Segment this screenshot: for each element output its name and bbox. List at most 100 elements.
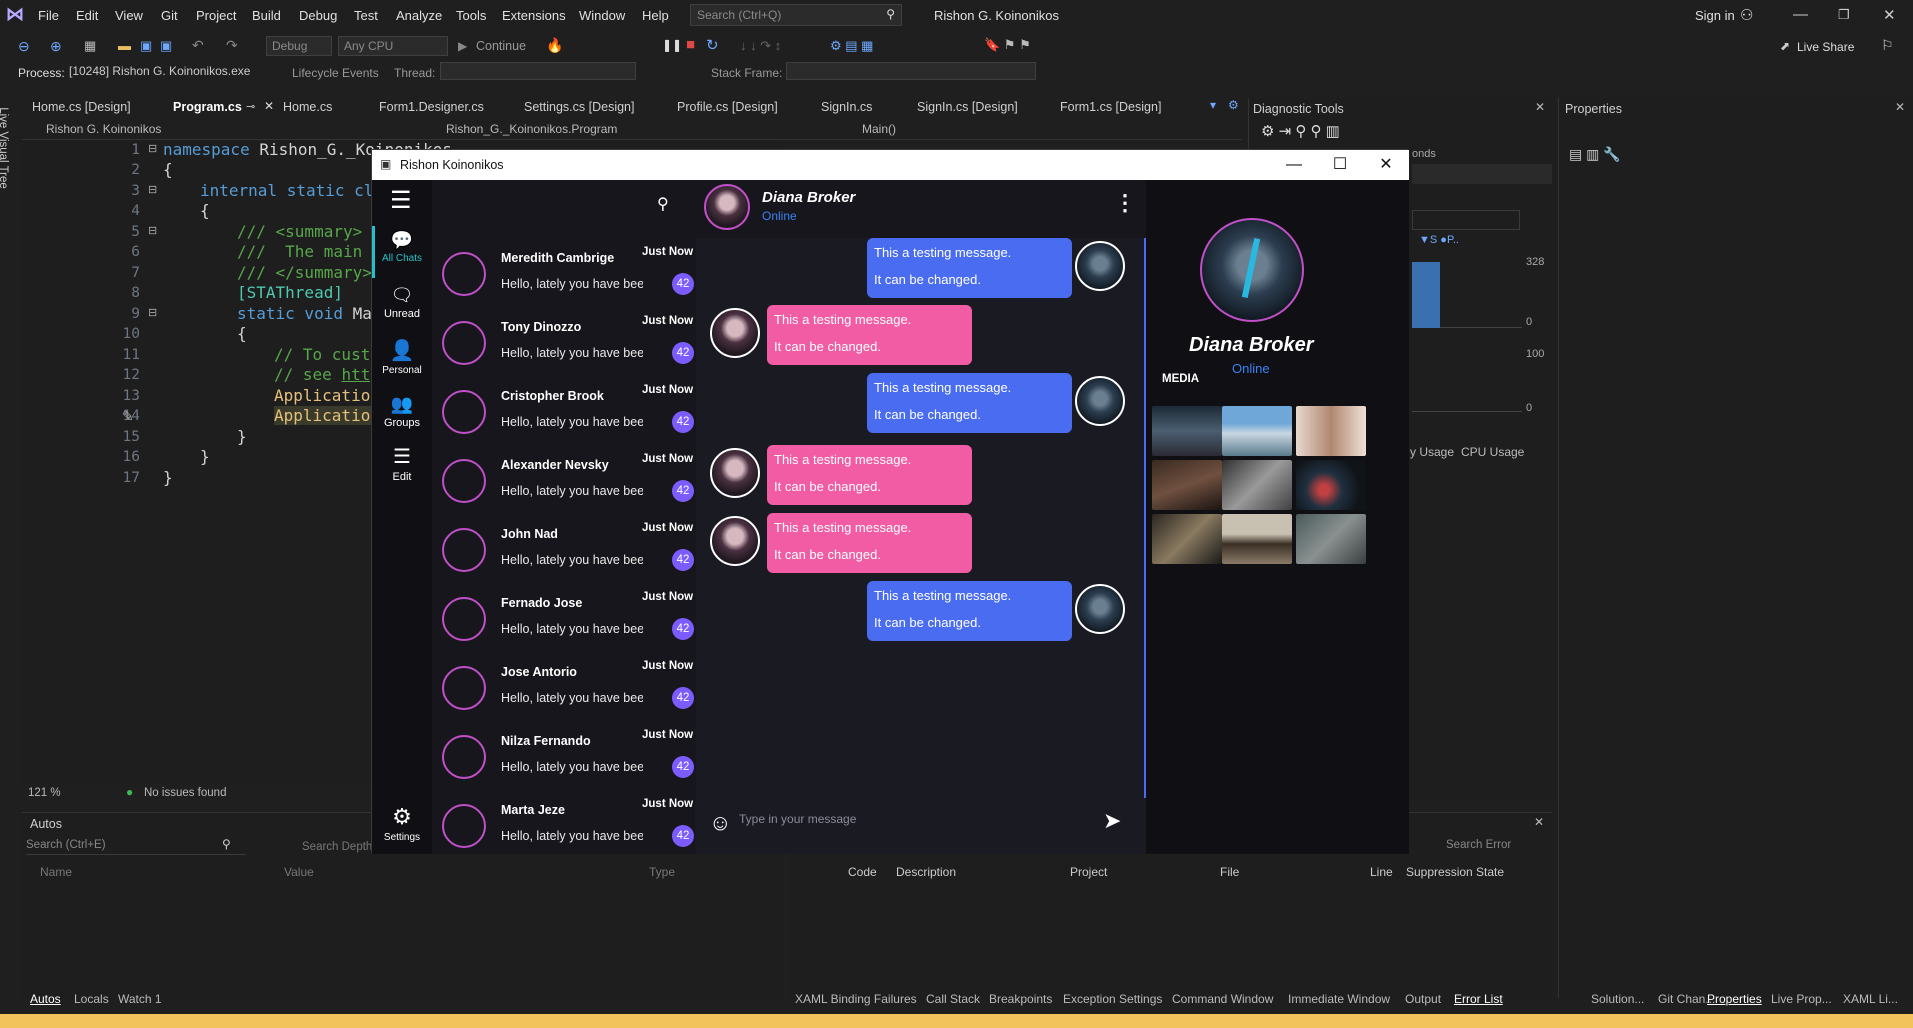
media-thumbnail[interactable] [1152, 460, 1222, 510]
restore-icon[interactable]: ❐ [1838, 7, 1850, 23]
menu-window[interactable]: Window [579, 8, 625, 23]
zoom-level[interactable]: 121 % [28, 787, 61, 799]
menu-project[interactable]: Project [196, 8, 236, 23]
bookmark-icons[interactable]: 🔖 ⚑ ⚑ [984, 37, 1031, 53]
panel-close-icon[interactable]: ✕ [1895, 100, 1905, 114]
message-bubble-incoming[interactable]: This a testing message. It can be changed… [767, 305, 972, 365]
panel-close-icon[interactable]: ✕ [1534, 815, 1544, 829]
autos-col-value[interactable]: Value [284, 865, 314, 879]
rail-item-edit[interactable]: ☰ Edit [372, 444, 432, 483]
error-col-suppression[interactable]: Suppression State [1406, 865, 1504, 879]
autos-col-type[interactable]: Type [649, 865, 675, 879]
minimize-icon[interactable]: — [1793, 6, 1808, 23]
feedback-icon[interactable]: ⚐ [1881, 37, 1894, 54]
message-bubble-outgoing[interactable]: This a testing message. It can be changed… [867, 581, 1072, 641]
media-thumbnail[interactable] [1152, 514, 1222, 564]
thread-combo[interactable] [440, 62, 636, 80]
menu-help[interactable]: Help [642, 8, 669, 23]
chat-list-item[interactable]: Jose Antorio Just Now Hello, lately you … [432, 652, 696, 721]
stack-frame-combo[interactable] [786, 62, 1036, 80]
tab-profile-design[interactable]: Profile.cs [Design] [677, 100, 778, 114]
app-maximize-icon[interactable]: ☐ [1317, 150, 1363, 180]
redo-icon[interactable]: ↷ [226, 37, 238, 54]
menu-test[interactable]: Test [354, 8, 378, 23]
tab-solution[interactable]: Solution... [1591, 992, 1644, 1006]
pause-icon[interactable]: ❚❚ [662, 38, 682, 52]
tab-autos[interactable]: Autos [30, 992, 61, 1006]
message-bubble-outgoing[interactable]: This a testing message. It can be changed… [867, 238, 1072, 298]
chat-list-item[interactable]: Cristopher Brook Just Now Hello, lately … [432, 376, 696, 445]
live-share-icon[interactable]: ⬈ [1780, 39, 1790, 53]
rail-item-settings[interactable]: ⚙ Settings [372, 804, 432, 843]
search-depth-label[interactable]: Search Depth [302, 841, 372, 853]
fold-icon[interactable]: ⊟ [148, 142, 157, 155]
hot-reload-icon[interactable]: 🔥 [546, 37, 563, 54]
save-icon[interactable]: ▣ [140, 38, 152, 54]
restart-icon[interactable]: ↻ [706, 36, 719, 54]
menu-file[interactable]: File [38, 8, 59, 23]
tab-cpu-usage[interactable]: CPU Usage [1461, 445, 1524, 459]
vs-search-input[interactable]: Search (Ctrl+Q) ⚲ [690, 4, 902, 26]
media-thumbnail[interactable] [1222, 460, 1292, 510]
tab-call-stack[interactable]: Call Stack [926, 992, 980, 1006]
error-col-file[interactable]: File [1220, 865, 1239, 879]
hamburger-icon[interactable]: ☰ [390, 186, 412, 215]
tab-signin-design[interactable]: SignIn.cs [Design] [917, 100, 1018, 114]
chat-list-item[interactable]: Fernado Jose Just Now Hello, lately you … [432, 583, 696, 652]
tab-immediate-window[interactable]: Immediate Window [1288, 992, 1390, 1006]
nav-member[interactable]: Main() [862, 122, 896, 136]
autos-search-input[interactable]: Search (Ctrl+E) ⚲ [26, 837, 246, 855]
live-share-button[interactable]: Live Share [1797, 40, 1854, 54]
fold-icon[interactable]: ⊟ [148, 306, 157, 319]
tab-signin-cs[interactable]: SignIn.cs [821, 100, 872, 114]
config-combo[interactable]: Debug [266, 36, 332, 56]
rail-item-groups[interactable]: 👥 Groups [372, 394, 432, 429]
tab-live-properties[interactable]: Live Prop... [1771, 992, 1832, 1006]
chat-list-item[interactable]: Alexander Nevsky Just Now Hello, lately … [432, 445, 696, 514]
tab-exception-settings[interactable]: Exception Settings [1063, 992, 1162, 1006]
media-thumbnail[interactable] [1222, 514, 1292, 564]
live-visual-tree-tab[interactable]: Live Visual Tree [0, 94, 20, 214]
error-search-input[interactable]: Search Error [1446, 837, 1542, 855]
message-bubble-incoming[interactable]: This a testing message. It can be changed… [767, 513, 972, 573]
tab-breakpoints[interactable]: Breakpoints [989, 992, 1052, 1006]
tab-watch[interactable]: Watch 1 [118, 992, 162, 1006]
tab-error-list[interactable]: Error List [1454, 992, 1503, 1006]
tab-output[interactable]: Output [1405, 992, 1441, 1006]
sign-in-link[interactable]: Sign in [1695, 8, 1735, 23]
menu-debug[interactable]: Debug [299, 8, 337, 23]
tab-xaml-live[interactable]: XAML Li... [1843, 992, 1898, 1006]
tab-memory-usage[interactable]: y Usage [1410, 445, 1454, 459]
menu-tools[interactable]: Tools [456, 8, 486, 23]
app-close-icon[interactable]: ✕ [1363, 150, 1409, 180]
profile-avatar[interactable] [1200, 218, 1304, 322]
chat-list-item[interactable]: Nilza Fernando Just Now Hello, lately yo… [432, 721, 696, 790]
media-thumbnail[interactable] [1296, 460, 1366, 510]
stop-icon[interactable]: ■ [686, 36, 695, 53]
menu-analyze[interactable]: Analyze [396, 8, 442, 23]
menu-edit[interactable]: Edit [76, 8, 98, 23]
undo-icon[interactable]: ↶ [192, 37, 204, 54]
tab-settings-design[interactable]: Settings.cs [Design] [524, 100, 634, 114]
media-thumbnail[interactable] [1152, 406, 1222, 456]
chat-list-item[interactable]: John Nad Just Now Hello, lately you have… [432, 514, 696, 583]
lifecycle-events-button[interactable]: Lifecycle Events [292, 66, 379, 80]
back-icon[interactable]: ⊖ [18, 38, 30, 55]
vs-logo-icon[interactable]: ⋈ [6, 4, 24, 25]
tab-form1-designer[interactable]: Form1.Designer.cs [379, 100, 484, 114]
platform-combo[interactable]: Any CPU [338, 36, 448, 56]
media-thumbnail[interactable] [1222, 406, 1292, 456]
chat-list-item[interactable]: Meredith Cambrige Just Now Hello, lately… [432, 238, 696, 307]
menu-build[interactable]: Build [252, 8, 281, 23]
quick-action-icon[interactable]: ✎ [122, 408, 134, 425]
menu-view[interactable]: View [115, 8, 143, 23]
tab-settings-icon[interactable]: ⚙ [1228, 98, 1239, 112]
chat-list-item[interactable]: Marta Jeze Just Now Hello, lately you ha… [432, 790, 696, 859]
rail-item-unread[interactable]: 🗨 Unread [372, 285, 432, 320]
tab-properties[interactable]: Properties [1707, 992, 1762, 1006]
properties-toolbar-icons[interactable]: ▤ ▥ 🔧 [1569, 146, 1621, 163]
fold-icon[interactable]: ⊟ [148, 224, 157, 237]
issues-status[interactable]: No issues found [144, 787, 226, 799]
diag-toolbar-icons[interactable]: ⚙ ⇥ ⚲ ⚲ ▥ [1261, 122, 1340, 140]
open-icon[interactable]: ▬ [118, 38, 131, 53]
